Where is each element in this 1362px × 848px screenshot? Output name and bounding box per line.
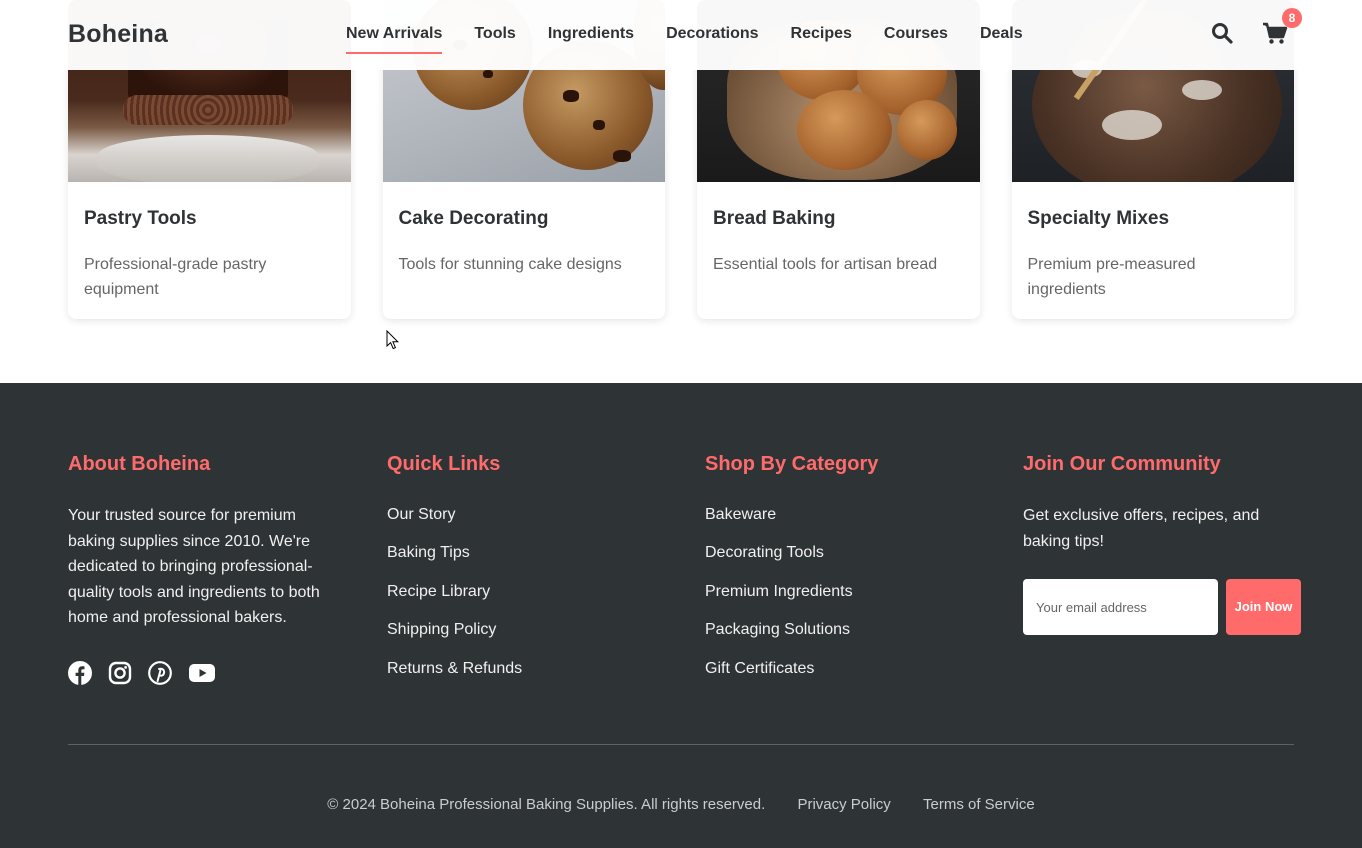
- footer-community-text: Get exclusive offers, recipes, and bakin…: [1023, 507, 1260, 550]
- facebook-icon[interactable]: [68, 661, 92, 685]
- shop-category-list: Bakeware Decorating Tools Premium Ingred…: [705, 506, 853, 698]
- terms-of-service-link[interactable]: Terms of Service: [923, 796, 1035, 813]
- copyright-text: © 2024 Boheina Professional Baking Suppl…: [327, 796, 766, 813]
- social-links: [68, 661, 216, 685]
- footer-bottom-bar: © 2024 Boheina Professional Baking Suppl…: [0, 796, 1362, 813]
- youtube-icon[interactable]: [188, 661, 216, 685]
- join-now-button[interactable]: Join Now: [1226, 579, 1301, 635]
- footer-link-recipe-library[interactable]: Recipe Library: [387, 583, 522, 621]
- pinterest-icon[interactable]: [148, 661, 172, 685]
- card-title: Cake Decorating: [398, 208, 549, 229]
- search-icon[interactable]: [1210, 21, 1234, 45]
- quick-links-list: Our Story Baking Tips Recipe Library Shi…: [387, 506, 522, 698]
- site-footer: About Boheina Your trusted source for pr…: [0, 383, 1362, 848]
- footer-link-gift-certificates[interactable]: Gift Certificates: [705, 660, 853, 698]
- card-description: Tools for stunning cake designs: [398, 256, 622, 273]
- nav-new-arrivals[interactable]: New Arrivals: [346, 25, 443, 54]
- footer-about-heading: About Boheina: [68, 453, 211, 475]
- mouse-cursor-icon: [386, 330, 400, 350]
- footer-link-baking-tips[interactable]: Baking Tips: [387, 544, 522, 582]
- card-description: Essential tools for artisan bread: [713, 256, 938, 273]
- footer-link-bakeware[interactable]: Bakeware: [705, 506, 853, 544]
- footer-about-text: Your trusted source for premium baking s…: [68, 507, 320, 627]
- nav-courses[interactable]: Courses: [884, 25, 948, 45]
- footer-shop-heading: Shop By Category: [705, 453, 879, 475]
- main-nav: New Arrivals Tools Ingredients Decoratio…: [330, 0, 1039, 70]
- card-description: Premium pre-measured ingredients: [1027, 256, 1196, 298]
- footer-community-heading: Join Our Community: [1023, 453, 1221, 475]
- privacy-policy-link[interactable]: Privacy Policy: [797, 796, 890, 813]
- nav-tools[interactable]: Tools: [474, 25, 515, 45]
- card-title: Pastry Tools: [84, 208, 197, 229]
- site-header: Boheina New Arrivals Tools Ingredients D…: [0, 0, 1362, 70]
- nav-recipes[interactable]: Recipes: [791, 25, 852, 45]
- nav-deals[interactable]: Deals: [980, 25, 1023, 45]
- instagram-icon[interactable]: [108, 661, 132, 685]
- card-description: Professional-grade pastry equipment: [84, 256, 267, 298]
- card-title: Bread Baking: [713, 208, 836, 229]
- nav-decorations[interactable]: Decorations: [666, 25, 758, 45]
- cart-count-badge: 8: [1282, 8, 1302, 28]
- newsletter-email-input[interactable]: [1023, 579, 1218, 635]
- card-title: Specialty Mixes: [1027, 208, 1170, 229]
- logo[interactable]: Boheina: [68, 20, 168, 49]
- footer-link-returns-refunds[interactable]: Returns & Refunds: [387, 660, 522, 698]
- footer-link-shipping-policy[interactable]: Shipping Policy: [387, 621, 522, 659]
- footer-link-premium-ingredients[interactable]: Premium Ingredients: [705, 583, 853, 621]
- footer-divider: [68, 744, 1294, 745]
- nav-ingredients[interactable]: Ingredients: [548, 25, 634, 45]
- footer-link-our-story[interactable]: Our Story: [387, 506, 522, 544]
- footer-link-packaging-solutions[interactable]: Packaging Solutions: [705, 621, 853, 659]
- footer-quick-links-heading: Quick Links: [387, 453, 501, 475]
- footer-link-decorating-tools[interactable]: Decorating Tools: [705, 544, 853, 582]
